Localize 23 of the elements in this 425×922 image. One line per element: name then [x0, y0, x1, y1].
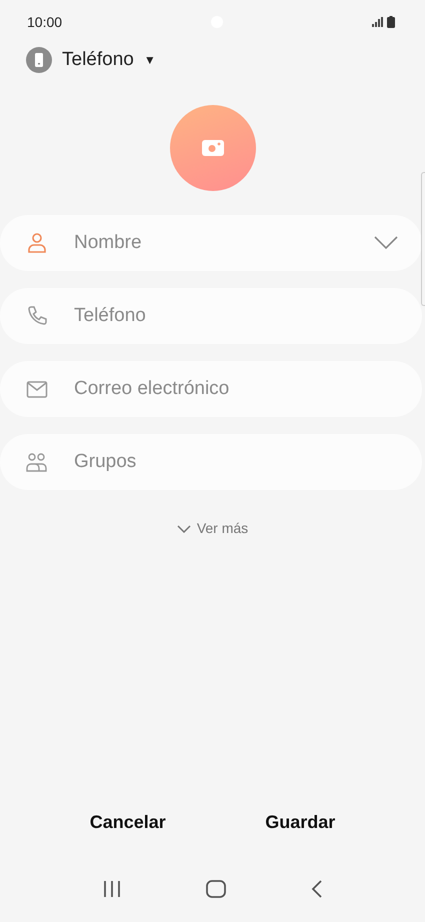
account-label: Teléfono: [62, 48, 134, 72]
input-field[interactable]: Teléfono: [0, 288, 422, 344]
signal-icon: [372, 17, 383, 27]
input-field[interactable]: Correo electrónico: [0, 361, 422, 417]
phone-account-icon: [26, 47, 52, 73]
action-button[interactable]: Cancelar: [82, 805, 174, 840]
chevron-down-icon: [374, 236, 398, 250]
recent-apps-icon: [102, 881, 120, 897]
input-field[interactable]: Nombre: [0, 215, 422, 271]
text-input[interactable]: Nombre: [72, 228, 370, 258]
text-input[interactable]: Correo electrónico: [72, 374, 402, 404]
camera-icon: [202, 140, 224, 156]
text-input[interactable]: Teléfono: [72, 300, 402, 332]
input-field[interactable]: Grupos: [0, 434, 422, 490]
dropdown-caret[interactable]: ▼: [144, 51, 156, 69]
battery-icon: [386, 16, 395, 28]
chevron-down-icon: [176, 524, 191, 532]
status-time: 10:00: [27, 12, 62, 32]
home-icon: [206, 880, 226, 898]
text-input[interactable]: Grupos: [72, 446, 402, 478]
see-more-button[interactable]: Ver más: [176, 518, 248, 539]
action-button[interactable]: Guardar: [257, 805, 344, 840]
back-icon: [310, 880, 322, 898]
